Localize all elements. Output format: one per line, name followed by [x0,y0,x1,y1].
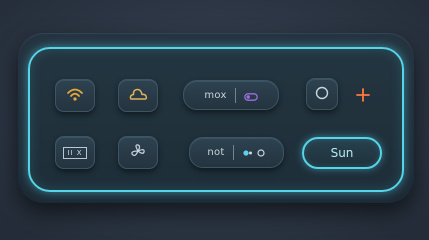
dot-indicator-icon [242,143,266,162]
sun-button[interactable]: Sun [302,137,382,169]
wifi-icon [66,86,84,106]
toggle-icon [243,86,258,105]
mox-toggle-button[interactable]: mox [183,80,279,110]
plus-icon[interactable] [351,83,375,107]
box-icon: II X [63,146,87,159]
cloud-icon [128,86,148,105]
mox-label: mox [204,89,227,101]
box-button[interactable]: II X [55,136,95,169]
circle-icon [315,85,329,104]
fan-button[interactable] [118,136,158,169]
not-toggle-button[interactable]: not [189,137,284,168]
not-label: not [207,147,225,158]
control-panel [28,47,404,192]
circle-button[interactable] [306,78,338,110]
wifi-button[interactable] [55,79,95,112]
fan-icon [129,142,147,164]
sun-label: Sun [330,146,354,160]
separator [234,87,236,103]
separator [232,145,234,160]
cloud-button[interactable] [118,79,158,112]
